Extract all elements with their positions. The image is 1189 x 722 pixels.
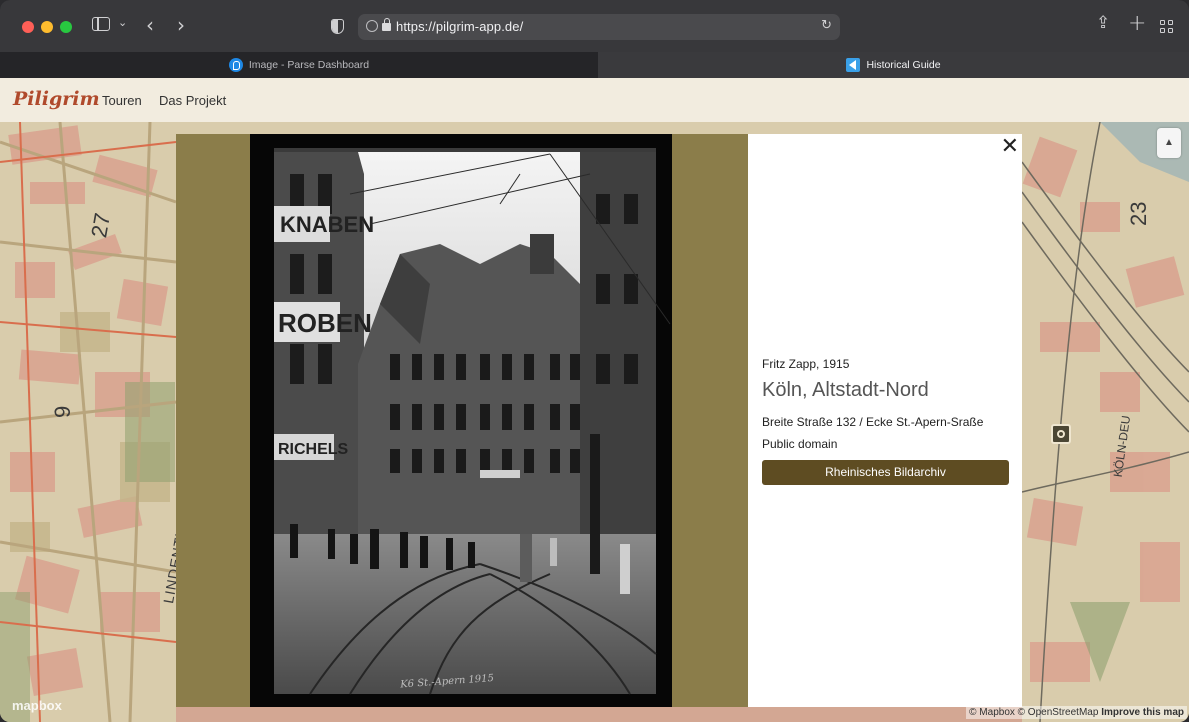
nav-link-touren[interactable]: Touren bbox=[102, 93, 142, 108]
parse-favicon-icon bbox=[228, 58, 243, 72]
app-logo[interactable]: Piligrim bbox=[13, 88, 100, 110]
map-label-23: 23 bbox=[1126, 202, 1151, 226]
minimize-window-button[interactable] bbox=[41, 21, 53, 33]
share-icon[interactable]: ⇪ bbox=[1096, 13, 1110, 33]
url-text[interactable]: https://pilgrim-app.de/ bbox=[396, 19, 523, 34]
tab-overview-icon[interactable] bbox=[1160, 20, 1174, 34]
photo-sign-richels: RICHELS bbox=[278, 441, 349, 458]
back-button[interactable]: ‹ bbox=[146, 13, 154, 37]
map-attribution: © Mapbox © OpenStreetMap Improve this ma… bbox=[966, 706, 1187, 719]
map-label-27: 27 bbox=[86, 211, 115, 239]
tab-label: Historical Guide bbox=[866, 59, 941, 71]
browser-window: ⌄ ‹ › https://pilgrim-app.de/ ↻ ⇪ + Imag… bbox=[0, 0, 1189, 722]
improve-map-link[interactable]: Improve this map bbox=[1101, 707, 1184, 718]
historical-photo: KNABEN ROBEN RICHELS K6 St.-Apern 1915 bbox=[250, 134, 672, 707]
compass-button[interactable]: ▲ bbox=[1157, 128, 1181, 158]
chevron-down-icon[interactable]: ⌄ bbox=[118, 16, 127, 29]
reload-icon[interactable]: ↻ bbox=[821, 18, 832, 33]
archive-source-button[interactable]: Rheinisches Bildarchiv bbox=[762, 460, 1009, 485]
tab-bar: Image - Parse Dashboard Historical Guide bbox=[0, 52, 1189, 78]
mapbox-logo[interactable]: mapbox bbox=[12, 698, 62, 713]
lock-icon bbox=[382, 18, 391, 31]
photo-place-title: Köln, Altstadt-Nord bbox=[762, 379, 929, 401]
nav-link-das-projekt[interactable]: Das Projekt bbox=[159, 93, 226, 108]
photo-modal: KNABEN ROBEN RICHELS K6 St.-Apern 1915 ✕… bbox=[176, 134, 1022, 707]
photo-author-year: Fritz Zapp, 1915 bbox=[762, 357, 850, 371]
forward-button[interactable]: › bbox=[177, 13, 185, 37]
address-bar[interactable]: https://pilgrim-app.de/ ↻ bbox=[358, 14, 840, 40]
map-label-9: 9 bbox=[50, 406, 75, 418]
camera-marker-icon[interactable] bbox=[1051, 424, 1071, 444]
new-tab-icon[interactable]: + bbox=[1128, 11, 1146, 36]
attribution-text[interactable]: © Mapbox © OpenStreetMap bbox=[969, 707, 1101, 718]
title-bar: ⌄ ‹ › https://pilgrim-app.de/ ↻ ⇪ + bbox=[0, 0, 1189, 52]
globe-icon bbox=[366, 20, 378, 32]
privacy-shield-icon[interactable] bbox=[331, 19, 344, 34]
photo-street-scene: KNABEN ROBEN RICHELS K6 St.-Apern 1915 bbox=[250, 134, 672, 707]
photo-info-panel: ✕ Fritz Zapp, 1915 Köln, Altstadt-Nord B… bbox=[748, 134, 1022, 707]
photo-sign-knaben: KNABEN bbox=[280, 212, 374, 237]
photo-sign-roben: ROBEN bbox=[278, 308, 372, 338]
photo-license: Public domain bbox=[762, 437, 838, 451]
app-header: Piligrim Touren Das Projekt bbox=[0, 78, 1189, 122]
sidebar-icon[interactable] bbox=[92, 17, 110, 31]
tab-label: Image - Parse Dashboard bbox=[248, 59, 370, 71]
tab-historical-guide[interactable]: Historical Guide bbox=[598, 52, 1189, 78]
close-window-button[interactable] bbox=[22, 21, 34, 33]
close-icon[interactable]: ✕ bbox=[1001, 134, 1019, 159]
photo-street-address: Breite Straße 132 / Ecke St.-Apern-Sraße bbox=[762, 415, 984, 429]
zoom-window-button[interactable] bbox=[60, 21, 72, 33]
tab-parse-dashboard[interactable]: Image - Parse Dashboard bbox=[0, 52, 598, 78]
flutter-favicon-icon bbox=[846, 58, 861, 72]
